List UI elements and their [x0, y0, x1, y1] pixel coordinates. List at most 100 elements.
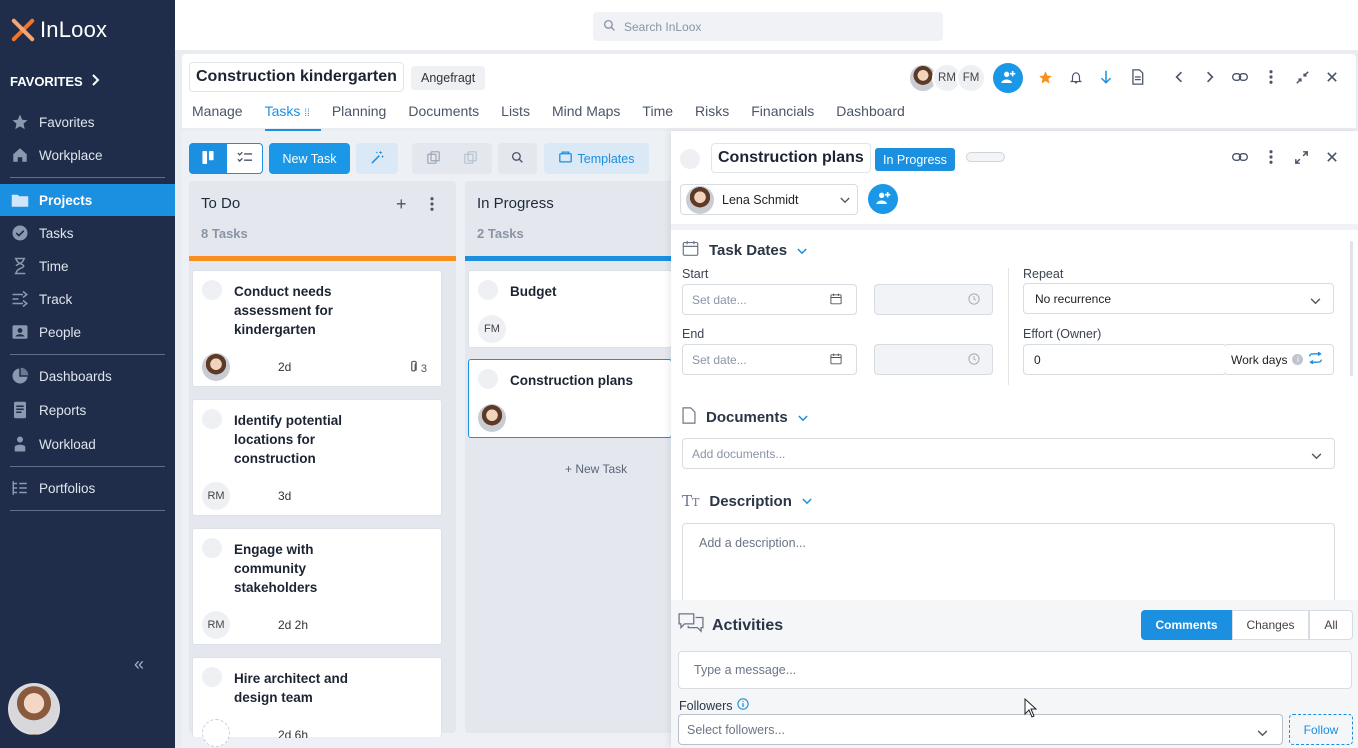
sidebar-item-workload[interactable]: Workload — [0, 428, 175, 460]
swap-icon[interactable] — [1308, 351, 1323, 367]
task-dates-header[interactable]: Task Dates — [682, 240, 807, 261]
assignee-avatar[interactable] — [478, 404, 506, 432]
paste-icon[interactable] — [464, 150, 477, 167]
tab-dashboard[interactable]: Dashboard — [836, 103, 916, 125]
tab-planning[interactable]: Planning — [332, 103, 398, 125]
close-icon[interactable] — [1321, 66, 1343, 88]
task-checkbox[interactable] — [202, 409, 222, 429]
task-card-selected[interactable]: Construction plans — [468, 359, 672, 438]
task-progress-bar[interactable] — [966, 152, 1005, 162]
assignee-avatar[interactable]: RM — [202, 482, 230, 510]
description-header[interactable]: TT Description — [682, 492, 812, 510]
more-vertical-icon[interactable] — [1260, 146, 1282, 168]
new-task-button[interactable]: New Task — [269, 143, 350, 174]
task-title-field[interactable]: Construction plans — [711, 143, 871, 173]
assignee-avatar[interactable]: RM — [202, 611, 230, 639]
member-avatar[interactable]: FM — [956, 63, 986, 93]
project-members[interactable]: RM FM — [908, 63, 986, 93]
assignee-avatar[interactable] — [202, 353, 230, 381]
followers-select[interactable]: Select followers... — [678, 714, 1283, 745]
link-icon[interactable] — [1229, 66, 1251, 88]
task-owner-select[interactable]: Lena Schmidt — [680, 184, 858, 215]
end-time-input[interactable] — [874, 344, 993, 375]
start-time-input[interactable] — [874, 284, 993, 315]
sidebar-item-workplace[interactable]: Workplace — [0, 139, 175, 171]
tab-financials[interactable]: Financials — [751, 103, 825, 125]
tab-time[interactable]: Time — [642, 103, 684, 125]
add-assignee-button[interactable] — [868, 184, 898, 214]
documents-header[interactable]: Documents — [682, 407, 808, 428]
task-card[interactable]: Identify potential locations for constru… — [192, 399, 442, 516]
link-icon[interactable] — [1229, 146, 1251, 168]
unassigned-avatar[interactable] — [202, 719, 230, 747]
favorites-header[interactable]: FAVORITES — [10, 74, 101, 89]
repeat-select[interactable]: No recurrence — [1023, 283, 1334, 314]
logo[interactable]: InLoox — [10, 16, 107, 44]
sidebar-item-projects[interactable]: Projects — [0, 184, 175, 216]
task-card[interactable]: Hire architect and design team 2d 6h — [192, 657, 442, 747]
search-input[interactable]: Search InLoox — [593, 12, 943, 41]
collapse-sidebar-icon[interactable]: « — [134, 654, 144, 675]
tab-comments[interactable]: Comments — [1141, 610, 1232, 640]
task-card[interactable]: Budget FM — [468, 270, 672, 348]
arrow-down-icon[interactable] — [1095, 66, 1117, 88]
bell-icon[interactable] — [1065, 66, 1087, 88]
project-status-badge[interactable]: Angefragt — [411, 66, 486, 90]
description-editor[interactable]: Add a description... — [682, 523, 1335, 603]
more-vertical-icon[interactable] — [430, 197, 434, 214]
document-icon[interactable] — [1126, 66, 1148, 88]
task-status-badge[interactable]: In Progress — [875, 148, 955, 171]
task-checkbox[interactable] — [202, 280, 222, 300]
sidebar-item-people[interactable]: People — [0, 316, 175, 348]
end-date-input[interactable]: Set date... — [682, 344, 857, 375]
chevron-right-icon[interactable] — [1199, 66, 1221, 88]
tab-lists[interactable]: Lists — [501, 103, 541, 125]
sidebar-item-portfolios[interactable]: Portfolios — [0, 472, 175, 504]
task-card[interactable]: Conduct needs assessment for kindergarte… — [192, 270, 442, 387]
start-date-input[interactable]: Set date... — [682, 284, 857, 315]
add-member-button[interactable] — [993, 63, 1023, 93]
task-checkbox[interactable] — [478, 369, 498, 389]
board-view-button[interactable] — [189, 143, 226, 174]
add-task-icon[interactable]: + — [396, 195, 407, 213]
task-complete-checkbox[interactable] — [680, 149, 700, 169]
tab-mind-maps[interactable]: Mind Maps — [552, 103, 631, 125]
task-checkbox[interactable] — [202, 667, 222, 687]
minimize-icon[interactable] — [1291, 66, 1313, 88]
close-icon[interactable] — [1321, 146, 1343, 168]
sidebar-item-favorites[interactable]: Favorites — [0, 106, 175, 138]
effort-unit-select[interactable]: Work days i — [1226, 344, 1334, 375]
tab-documents[interactable]: Documents — [408, 103, 490, 125]
new-task-link[interactable]: + New Task — [565, 462, 627, 476]
more-vertical-icon[interactable] — [1260, 66, 1282, 88]
task-checkbox[interactable] — [202, 538, 222, 558]
expand-icon[interactable] — [1290, 146, 1312, 168]
project-title[interactable]: Construction kindergarten — [189, 62, 404, 92]
effort-input[interactable]: 0 — [1023, 344, 1227, 375]
tab-all[interactable]: All — [1309, 610, 1353, 640]
magic-wand-button[interactable] — [356, 143, 398, 174]
tab-risks[interactable]: Risks — [695, 103, 740, 125]
add-documents-select[interactable]: Add documents... — [682, 438, 1335, 469]
tab-tasks[interactable]: Tasks ⁞⁞ — [264, 103, 322, 131]
sidebar-item-reports[interactable]: Reports — [0, 394, 175, 426]
copy-icon[interactable] — [427, 150, 440, 167]
tab-manage[interactable]: Manage — [192, 103, 254, 125]
templates-button[interactable]: Templates — [544, 143, 649, 174]
follow-button[interactable]: Follow — [1289, 714, 1353, 745]
board-search-button[interactable] — [498, 143, 537, 174]
sidebar-item-track[interactable]: Track — [0, 283, 175, 315]
favorite-star-icon[interactable] — [1034, 66, 1056, 88]
task-checkbox[interactable] — [478, 280, 498, 300]
chevron-left-icon[interactable] — [1168, 66, 1190, 88]
task-card[interactable]: Engage with community stakeholders RM 2d… — [192, 528, 442, 645]
user-avatar[interactable] — [8, 683, 60, 735]
panel-scrollbar[interactable] — [1350, 241, 1353, 376]
assignee-avatar[interactable]: FM — [478, 315, 506, 343]
list-view-button[interactable] — [226, 143, 263, 174]
sidebar-item-tasks[interactable]: Tasks — [0, 217, 175, 249]
message-input[interactable]: Type a message... — [678, 651, 1352, 689]
tab-changes[interactable]: Changes — [1232, 610, 1309, 640]
sidebar-item-time[interactable]: Time — [0, 250, 175, 282]
sidebar-item-dashboards[interactable]: Dashboards — [0, 360, 175, 392]
